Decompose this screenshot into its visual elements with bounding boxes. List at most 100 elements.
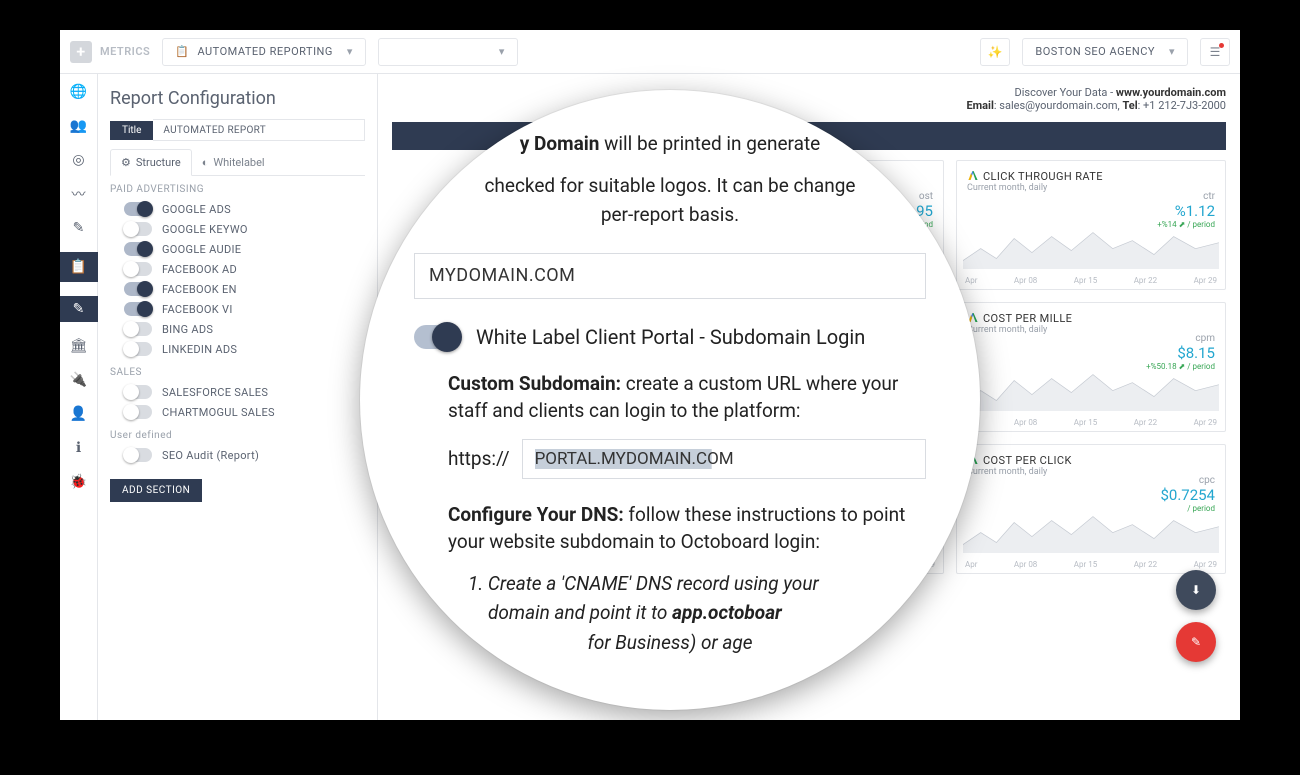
whitelabel-icon: ◐: [202, 156, 209, 169]
toggle[interactable]: [124, 262, 152, 276]
info-icon[interactable]: ℹ: [69, 438, 89, 458]
add-section-button[interactable]: ADD SECTION: [110, 479, 202, 502]
metric-label: ctr: [1157, 191, 1215, 202]
metric-value: $0.7254: [1160, 486, 1215, 504]
report-config-pane: Report Configuration Title AUTOMATED REP…: [98, 74, 378, 720]
subdomain-input[interactable]: [522, 439, 926, 479]
metric-card: CLICK THROUGH RATECurrent month, dailyct…: [956, 160, 1226, 290]
sparkle-icon: ✨: [988, 45, 1003, 59]
title-input[interactable]: AUTOMATED REPORT: [153, 119, 365, 141]
toggle-label: SALESFORCE SALES: [162, 386, 268, 399]
agency-select[interactable]: BOSTON SEO AGENCY ▾: [1022, 38, 1188, 66]
toggle[interactable]: [124, 448, 152, 462]
group-user-label: User defined: [110, 430, 365, 441]
pencil-active-icon[interactable]: ✎: [60, 296, 98, 322]
group-paid-label: PAID ADVERTISING: [110, 184, 365, 195]
toggle-row: GOOGLE KEYWO: [110, 219, 365, 239]
toggle-row: SEO Audit (Report): [110, 445, 365, 465]
toggle[interactable]: [124, 282, 152, 296]
metric-label: ost: [905, 191, 933, 202]
chevron-down-icon: ▾: [1169, 45, 1175, 58]
card-xaxis: AprApr 08Apr 15Apr 22Apr 29: [965, 560, 1217, 569]
config-tabs: ⚙Structure ◐Whitelabel: [110, 149, 365, 176]
plus-icon: +: [70, 41, 92, 63]
group-sales-label: SALES: [110, 367, 365, 378]
toggle-row: FACEBOOK VI: [110, 299, 365, 319]
tab-whitelabel[interactable]: ◐Whitelabel: [192, 149, 275, 175]
plug-icon[interactable]: 🔌: [69, 370, 89, 390]
tab-structure[interactable]: ⚙Structure: [110, 149, 192, 176]
edit-fab[interactable]: ✎: [1176, 622, 1216, 662]
bug-icon[interactable]: 🐞: [69, 472, 89, 492]
toggle[interactable]: [124, 242, 152, 256]
app-stage: + METRICS 📋 AUTOMATED REPORTING ▾ ▾ ✨ BO…: [60, 30, 1240, 720]
automated-label: AUTOMATED REPORTING: [197, 45, 332, 58]
automated-reporting-select[interactable]: 📋 AUTOMATED REPORTING ▾: [162, 38, 366, 66]
config-heading: Report Configuration: [110, 88, 365, 109]
toggle-row: LINKEDIN ADS: [110, 339, 365, 359]
toggle-row: SALESFORCE SALES: [110, 382, 365, 402]
magnifier-lens: y Domain will be printed in generate che…: [360, 90, 980, 710]
sparkle-button[interactable]: ✨: [980, 38, 1010, 66]
toggle-label: GOOGLE AUDIE: [162, 243, 241, 256]
toggle-label: CHARTMOGUL SALES: [162, 406, 275, 419]
edit-icon[interactable]: ✎: [69, 218, 89, 238]
toggle-row: FACEBOOK AD: [110, 259, 365, 279]
menu-button[interactable]: ☰: [1200, 38, 1230, 66]
domain-input[interactable]: [414, 253, 926, 299]
card-xaxis: AprApr 08Apr 15Apr 22Apr 29: [965, 276, 1217, 285]
card-title: COST PER CLICK: [983, 454, 1072, 467]
toggle-label: FACEBOOK VI: [162, 303, 233, 316]
left-rail: 🌐 👥 ◎ 〰 ✎ 📋 ✎ 🏛 🔌 👤 ℹ 🐞: [60, 74, 98, 720]
whitelabel-title: White Label Client Portal - Subdomain Lo…: [476, 323, 865, 352]
toggle[interactable]: [124, 202, 152, 216]
toggle-row: BING ADS: [110, 319, 365, 339]
toggle[interactable]: [124, 322, 152, 336]
toggle-label: FACEBOOK AD: [162, 263, 237, 276]
config-title-row: Title AUTOMATED REPORT: [110, 119, 365, 141]
secondary-select[interactable]: ▾: [378, 38, 518, 66]
metric-label: cpc: [1160, 475, 1215, 486]
toggle-row: CHARTMOGUL SALES: [110, 402, 365, 422]
card-title: COST PER MILLE: [983, 312, 1072, 325]
toggle-label: SEO Audit (Report): [162, 449, 259, 462]
toggle[interactable]: [124, 405, 152, 419]
metric-value: $8.15: [1146, 344, 1215, 362]
toggle-label: FACEBOOK EN: [162, 283, 237, 296]
agency-label: BOSTON SEO AGENCY: [1035, 45, 1155, 58]
toggle-label: GOOGLE KEYWO: [162, 223, 248, 236]
toggle-label: BING ADS: [162, 323, 213, 336]
metric-label: cpm: [1146, 333, 1215, 344]
topbar: + METRICS 📋 AUTOMATED REPORTING ▾ ▾ ✨ BO…: [60, 30, 1240, 74]
report-header-line1: Discover Your Data - www.yourdomain.com: [392, 86, 1226, 99]
account-icon[interactable]: 👤: [69, 404, 89, 424]
card-title: CLICK THROUGH RATE: [983, 170, 1103, 183]
card-xaxis: AprApr 08Apr 15Apr 22Apr 29: [965, 418, 1217, 427]
toggle[interactable]: [124, 342, 152, 356]
target-icon[interactable]: ◎: [69, 150, 89, 170]
chevron-down-icon: ▾: [499, 45, 505, 58]
toggle-row: FACEBOOK EN: [110, 279, 365, 299]
toggle-label: GOOGLE ADS: [162, 203, 231, 216]
toggle-row: GOOGLE ADS: [110, 199, 365, 219]
globe-icon[interactable]: 🌐: [69, 82, 89, 102]
pencil-icon: ✎: [1191, 635, 1201, 649]
add-metrics-button[interactable]: + METRICS: [70, 41, 150, 63]
toggle-row: GOOGLE AUDIE: [110, 239, 365, 259]
people-icon[interactable]: 👥: [69, 116, 89, 136]
whitelabel-toggle[interactable]: [414, 325, 460, 349]
download-fab[interactable]: ⬇: [1176, 570, 1216, 610]
chevron-down-icon: ▾: [347, 45, 353, 58]
bank-icon[interactable]: 🏛: [69, 336, 89, 356]
clipboard-active-icon[interactable]: 📋: [60, 252, 98, 282]
toggle-label: LINKEDIN ADS: [162, 343, 237, 356]
metrics-label: METRICS: [100, 45, 150, 58]
metric-card: COST PER MILLECurrent month, dailycpm$8.…: [956, 302, 1226, 432]
report-header-line2: Email: sales@yourdomain.com, Tel: +1 212…: [392, 99, 1226, 112]
toggle[interactable]: [124, 385, 152, 399]
toggle[interactable]: [124, 222, 152, 236]
https-label: https://: [448, 445, 510, 473]
download-icon: ⬇: [1191, 583, 1201, 597]
trend-icon[interactable]: 〰: [69, 184, 89, 204]
toggle[interactable]: [124, 302, 152, 316]
